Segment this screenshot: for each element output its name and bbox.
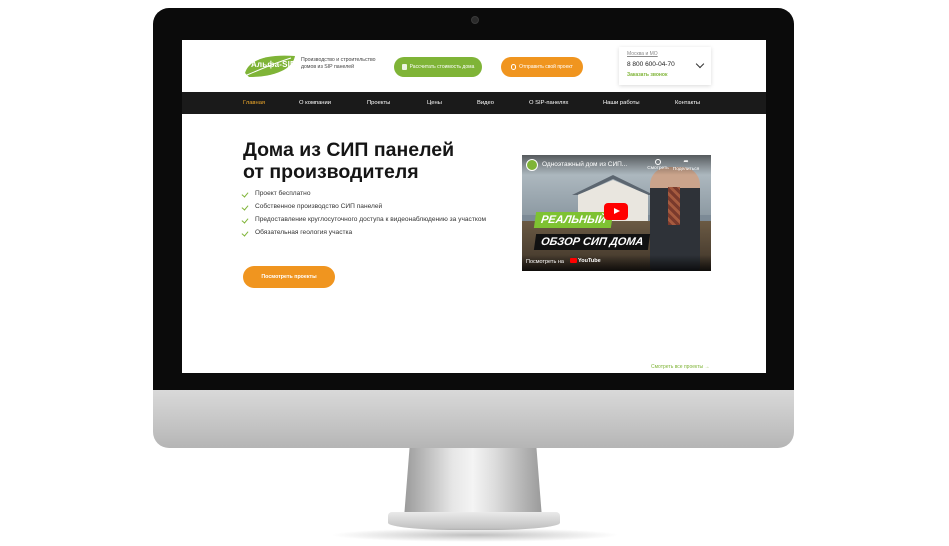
nav-item-prices[interactable]: Цены [427, 92, 442, 114]
website-screen: Альфа-SIP Производство и строительство д… [182, 40, 766, 373]
video-overlay-real: РЕАЛЬНЫЙ [533, 212, 614, 228]
play-icon[interactable] [604, 203, 628, 220]
youtube-video-embed[interactable]: Одноэтажный дом из СИП... Смотреть ➦ Под… [522, 155, 711, 271]
youtube-icon [570, 258, 577, 264]
calculator-icon [401, 64, 407, 70]
nav-item-about[interactable]: О компании [299, 92, 331, 114]
site-tagline: Производство и строительство домов из SI… [301, 57, 391, 71]
share-button[interactable]: ➦ Поделиться [672, 159, 700, 172]
watch-later-label: Смотреть [647, 166, 669, 171]
check-icon [241, 229, 249, 237]
check-icon [241, 190, 249, 198]
feature-text: Предоставление круглосуточного доступа к… [255, 216, 487, 223]
tagline-line: домов из SIP панелей [301, 64, 355, 70]
youtube-logo[interactable]: YouTube [570, 258, 601, 264]
nav-item-sip-panels[interactable]: О SIP-панелях [529, 92, 568, 114]
nav-item-contacts[interactable]: Контакты [675, 92, 700, 114]
video-scarf [668, 187, 680, 225]
feature-text: Проект бесплатно [255, 190, 311, 197]
logo-text: Альфа-SIP [251, 60, 296, 69]
check-icon [241, 216, 249, 224]
monitor-stand [404, 448, 542, 518]
hero-title: Дома из СИП панелей от производителя [243, 139, 503, 183]
nav-item-video[interactable]: Видео [477, 92, 494, 114]
all-projects-link[interactable]: Смотреть все проекты → [651, 364, 710, 370]
site-header: Альфа-SIP Производство и строительство д… [182, 40, 766, 92]
list-item: Собственное производство СИП панелей [241, 203, 493, 212]
logo[interactable]: Альфа-SIP [243, 53, 297, 79]
video-overlay-review: ОБЗОР СИП ДОМА [533, 234, 651, 250]
monitor-shadow [330, 528, 620, 542]
feature-text: Собственное производство СИП панелей [255, 203, 383, 210]
nav-item-our-works[interactable]: Наши работы [603, 92, 640, 114]
nav-item-projects[interactable]: Проекты [367, 92, 390, 114]
video-title[interactable]: Одноэтажный дом из СИП... [542, 161, 627, 168]
main-nav: Главная О компании Проекты Цены Видео О … [182, 92, 766, 114]
share-arrow-icon: ➦ [683, 159, 689, 165]
watch-on-youtube-label[interactable]: Посмотреть на [526, 259, 564, 265]
contact-dropdown[interactable]: Москва и МО 8 800 600-04-70 Заказать зво… [619, 47, 711, 85]
list-item: Предоставление круглосуточного доступа к… [241, 216, 493, 225]
check-icon [241, 203, 249, 211]
clock-icon [655, 159, 661, 165]
feature-text: Обязательная геология участка [255, 229, 353, 236]
list-item: Обязательная геология участка [241, 229, 493, 238]
channel-avatar[interactable] [526, 159, 538, 171]
send-project-button[interactable]: Отправить свой проект [501, 57, 583, 77]
tagline-line: Производство и строительство [301, 57, 376, 63]
watch-later-button[interactable]: Смотреть [646, 159, 670, 171]
city-link[interactable]: Москва и МО [627, 51, 658, 57]
view-projects-button[interactable]: Посмотреть проекты [243, 266, 335, 288]
paperclip-icon [511, 64, 517, 70]
chevron-down-icon[interactable] [695, 59, 705, 69]
feature-list: Проект бесплатно Собственное производств… [241, 190, 493, 242]
monitor-chin [153, 390, 794, 448]
hero-title-line: Дома из СИП панелей [243, 139, 455, 161]
callback-link[interactable]: Заказать звонок [627, 72, 668, 78]
hero-title-line: от производителя [243, 161, 419, 183]
camera-icon [471, 16, 479, 24]
youtube-label: YouTube [578, 258, 601, 264]
phone-number[interactable]: 8 800 600-04-70 [627, 61, 675, 68]
send-project-label: Отправить свой проект [519, 64, 573, 70]
share-label: Поделиться [672, 167, 700, 172]
calculate-cost-label: Рассчитать стоимость дома [409, 64, 475, 70]
list-item: Проект бесплатно [241, 190, 493, 199]
nav-item-home[interactable]: Главная [243, 92, 265, 114]
calculate-cost-button[interactable]: Рассчитать стоимость дома [394, 57, 482, 77]
